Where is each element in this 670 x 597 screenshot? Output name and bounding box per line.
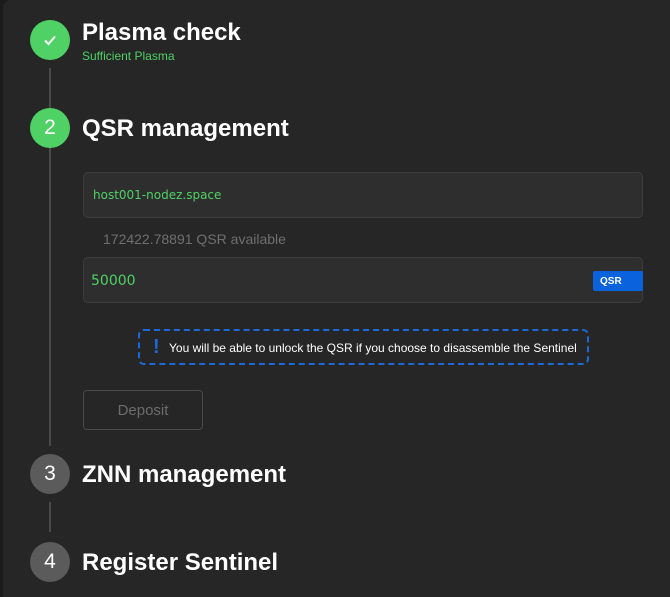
step-connector-2: [49, 148, 51, 446]
qsr-available-label: 172422.78891 QSR available: [103, 231, 286, 247]
address-field[interactable]: host001-nodez.space: [83, 172, 643, 218]
unlock-notice: ! You will be able to unlock the QSR if …: [138, 329, 589, 365]
step-1-title: Plasma check: [82, 19, 241, 46]
qsr-token-tag: QSR: [593, 271, 643, 291]
step-1-subtitle: Sufficient Plasma: [82, 49, 175, 63]
step-2-title: QSR management: [82, 115, 289, 142]
step-connector-1: [49, 68, 51, 108]
qsr-amount-input[interactable]: [91, 271, 571, 291]
sentinel-stepper-panel: Plasma check Sufficient Plasma 2 QSR man…: [3, 0, 670, 597]
step-4-title: Register Sentinel: [82, 549, 279, 576]
deposit-button[interactable]: Deposit: [83, 390, 203, 430]
step-2-indicator: 2: [30, 108, 70, 148]
qsr-amount-field: QSR: [83, 257, 643, 303]
check-icon: [42, 32, 58, 48]
step-3-title: ZNN management: [82, 461, 287, 488]
address-value: host001-nodez.space: [93, 188, 222, 202]
step-3-indicator: 3: [30, 454, 70, 494]
step-1-indicator: [30, 20, 70, 60]
exclamation-icon: !: [153, 336, 160, 358]
notice-text: You will be able to unlock the QSR if yo…: [169, 341, 577, 355]
step-4-indicator: 4: [30, 542, 70, 582]
step-connector-3: [49, 502, 51, 532]
